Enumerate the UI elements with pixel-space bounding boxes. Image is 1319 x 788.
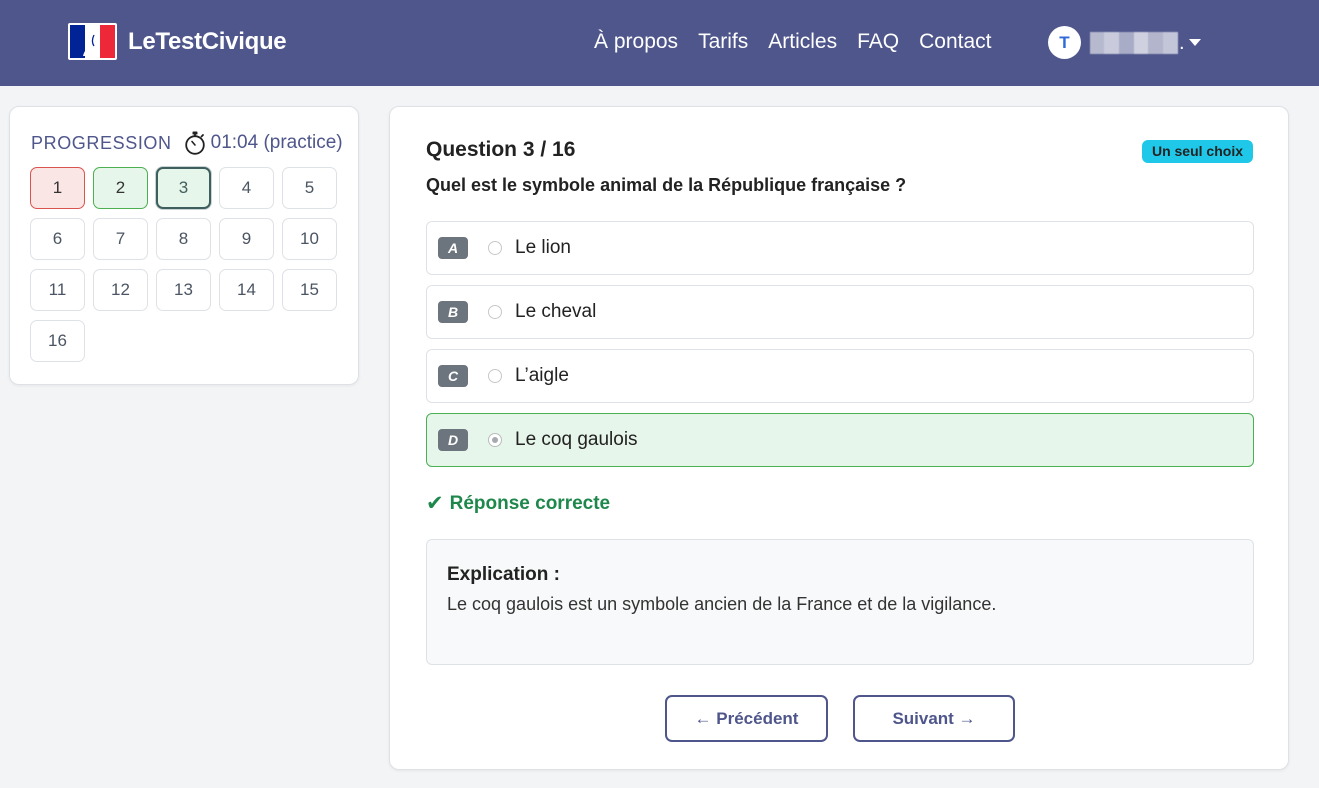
nav-link-about[interactable]: À propos [594,28,678,56]
question-nav-12[interactable]: 12 [93,269,148,311]
question-nav-3[interactable]: 3 [156,167,211,209]
caret-down-icon [1188,39,1201,46]
question-nav-14[interactable]: 14 [219,269,274,311]
option-letter-badge: C [438,365,468,387]
answer-option-b[interactable]: B Le cheval [426,285,1254,339]
user-name-redacted [1090,31,1178,54]
main-nav: À propos Tarifs Articles FAQ Contact [594,28,1012,56]
question-type-badge: Un seul choix [1141,140,1253,163]
brand-link[interactable]: LeTestCivique [68,23,287,60]
answer-options: A Le lion B Le cheval C L’aigle D Le coq… [426,221,1254,477]
nav-link-contact[interactable]: Contact [919,28,991,56]
option-radio[interactable] [488,241,502,255]
brand-name: LeTestCivique [128,27,287,55]
question-nav-6[interactable]: 6 [30,218,85,260]
question-number: Question 3 / 16 [426,138,576,161]
option-radio[interactable] [488,305,502,319]
question-nav-11[interactable]: 11 [30,269,85,311]
previous-button[interactable]: ← Précédent [665,695,828,742]
top-navbar: LeTestCivique À propos Tarifs Articles F… [0,0,1319,86]
explanation-title: Explication : [447,564,560,585]
option-label: Le coq gaulois [515,429,638,450]
question-nav-7[interactable]: 7 [93,218,148,260]
avatar: T [1048,26,1081,59]
explanation-text: Le coq gaulois est un symbole ancien de … [447,594,997,614]
question-nav-4[interactable]: 4 [219,167,274,209]
question-card: Question 3 / 16 Un seul choix Quel est l… [389,106,1289,770]
option-radio[interactable] [488,369,502,383]
timer-readout: 01:04 (practice) [210,132,343,153]
answer-option-c[interactable]: C L’aigle [426,349,1254,403]
option-letter-badge: A [438,237,468,259]
progress-header: PROGRESSION 01:04 (practice) [31,131,343,155]
question-nav-5[interactable]: 5 [282,167,337,209]
question-text: Quel est le symbole animal de la Républi… [426,175,907,195]
option-label: Le lion [515,237,571,258]
nav-link-faq[interactable]: FAQ [857,28,899,56]
option-label: Le cheval [515,301,597,322]
question-nav-10[interactable]: 10 [282,218,337,260]
question-nav-13[interactable]: 13 [156,269,211,311]
question-nav-9[interactable]: 9 [219,218,274,260]
feedback-text: Réponse correcte [449,492,611,514]
stopwatch-icon [184,131,206,155]
option-label: L’aigle [515,365,569,386]
check-icon: ✔ [426,492,444,515]
question-nav-15[interactable]: 15 [282,269,337,311]
user-menu-toggle[interactable]: T . [1048,26,1201,59]
question-nav-2[interactable]: 2 [93,167,148,209]
answer-option-d[interactable]: D Le coq gaulois [426,413,1254,467]
question-nav-8[interactable]: 8 [156,218,211,260]
question-nav-16[interactable]: 16 [30,320,85,362]
question-navigation: ← Précédent Suivant → [665,695,1015,742]
option-letter-badge: B [438,301,468,323]
question-grid: 1 2 3 4 5 6 7 8 9 10 11 12 13 14 15 16 [30,167,337,362]
french-flag-logo-icon [68,23,117,60]
question-nav-1[interactable]: 1 [30,167,85,209]
user-name-suffix: . [1179,31,1185,54]
progress-title: PROGRESSION [31,132,172,153]
option-radio-checked[interactable] [488,433,502,447]
answer-feedback: ✔ Réponse correcte [426,491,610,516]
next-button[interactable]: Suivant → [853,695,1015,742]
nav-link-articles[interactable]: Articles [768,28,837,56]
nav-link-pricing[interactable]: Tarifs [698,28,748,56]
explanation-box: Explication : Le coq gaulois est un symb… [426,539,1254,665]
option-letter-badge: D [438,429,468,451]
answer-option-a[interactable]: A Le lion [426,221,1254,275]
progress-panel: PROGRESSION 01:04 (practice) 1 2 3 4 5 6… [9,106,359,385]
